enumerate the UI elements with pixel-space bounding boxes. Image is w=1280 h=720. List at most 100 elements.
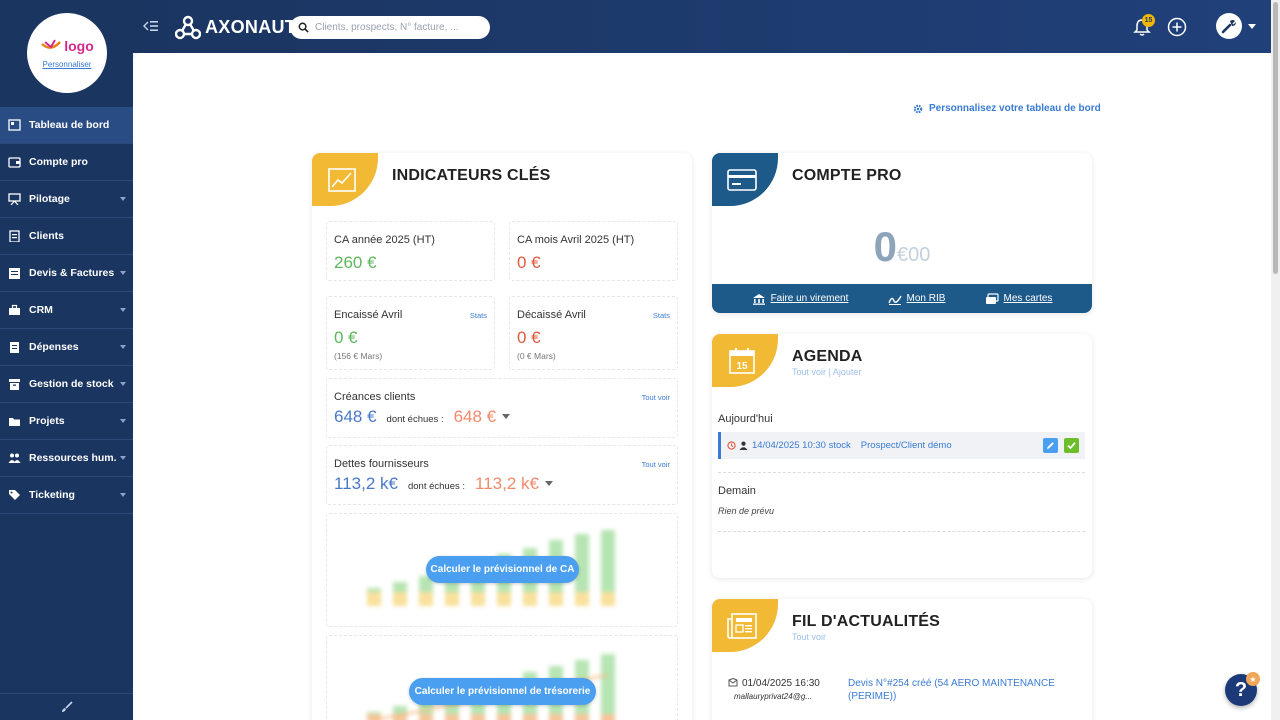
receivables-box: Créances clients 648 € dont échues : 648… bbox=[326, 378, 678, 438]
preview-bar-base bbox=[523, 592, 537, 606]
sidebar-item-projets[interactable]: Projets bbox=[0, 403, 133, 440]
agenda-actions: Tout voir | Ajouter bbox=[792, 367, 861, 377]
sidebar-item-compte-pro[interactable]: Compte pro bbox=[0, 144, 133, 181]
event-client-link[interactable]: Prospect/Client démo bbox=[861, 440, 952, 451]
card-badge bbox=[712, 599, 778, 652]
cards-link[interactable]: Mes cartes bbox=[985, 292, 1053, 305]
company-logo[interactable]: logo Personnaliser bbox=[27, 13, 107, 93]
preview-bar bbox=[601, 654, 615, 714]
sidebar-item-devis-factures[interactable]: Devis & Factures bbox=[0, 255, 133, 292]
feed-entry-date: 01/04/2025 16:30 bbox=[742, 678, 820, 689]
calendar-icon: 15 bbox=[729, 347, 755, 374]
today-heading: Aujourd'hui bbox=[718, 413, 773, 425]
global-search[interactable] bbox=[290, 16, 490, 39]
cashed-label: Encaissé Avril bbox=[334, 309, 403, 321]
users-icon bbox=[8, 453, 21, 463]
ca-forecast-preview: Calculer le prévisionnel de CA bbox=[326, 513, 678, 627]
news-feed-title: FIL D'ACTUALITÉS bbox=[792, 613, 941, 630]
preview-bar-base bbox=[471, 592, 485, 606]
wrench-icon bbox=[1221, 20, 1236, 34]
agenda-event-row[interactable]: 14/04/2025 10:30 stock Prospect/Client d… bbox=[718, 432, 1085, 459]
disbursed-value: 0 € bbox=[517, 328, 541, 347]
ca-forecast-button[interactable]: Calculer le prévisionnel de CA bbox=[426, 556, 579, 583]
user-menu-button[interactable] bbox=[1216, 13, 1242, 39]
sidebar-item-depenses[interactable]: Dépenses bbox=[0, 329, 133, 366]
disbursed-stats-link[interactable]: Stats bbox=[653, 311, 670, 320]
sidebar-item-gestion-de-stock[interactable]: Gestion de stock bbox=[0, 366, 133, 403]
chevron-down-icon bbox=[120, 345, 126, 349]
page-scrollbar[interactable] bbox=[1271, 0, 1280, 720]
sidebar-item-label: Pilotage bbox=[29, 193, 70, 205]
card-badge bbox=[712, 153, 778, 206]
sidebar-item-ressources-hum[interactable]: Ressources hum. bbox=[0, 440, 133, 477]
preview-bar bbox=[367, 588, 381, 592]
brand[interactable]: AXONAUT bbox=[175, 13, 296, 41]
preview-bar-base bbox=[601, 592, 615, 606]
user-menu-caret-icon[interactable] bbox=[1248, 24, 1256, 29]
brush-icon[interactable] bbox=[61, 701, 73, 713]
ca-year-value: 260 € bbox=[334, 253, 377, 272]
preview-bar bbox=[393, 706, 407, 714]
rib-link[interactable]: Mon RIB bbox=[887, 293, 945, 305]
sidebar-item-ticketing[interactable]: Ticketing bbox=[0, 477, 133, 514]
agenda-title: AGENDA bbox=[792, 348, 863, 365]
cash-forecast-button[interactable]: Calculer le prévisionnel de trésorerie bbox=[409, 678, 596, 705]
preview-bar-base bbox=[445, 714, 459, 720]
logo-swoosh-icon bbox=[41, 39, 62, 49]
sidebar-item-tableau-de-bord[interactable]: Tableau de bord bbox=[0, 107, 141, 144]
archive-icon bbox=[9, 379, 20, 390]
agenda-add-link[interactable]: Ajouter bbox=[833, 367, 862, 377]
complete-event-button[interactable] bbox=[1064, 438, 1079, 453]
news-feed-see-all-link[interactable]: Tout voir bbox=[792, 632, 826, 642]
preview-bar bbox=[393, 582, 407, 592]
business-account-title: COMPTE PRO bbox=[792, 167, 902, 184]
gear-icon bbox=[913, 104, 923, 113]
ca-month-value: 0 € bbox=[517, 253, 541, 272]
payables-see-all-link[interactable]: Tout voir bbox=[642, 460, 670, 469]
preview-bar bbox=[367, 712, 381, 714]
svg-text:15: 15 bbox=[736, 361, 748, 372]
sidebar-item-crm[interactable]: CRM bbox=[0, 292, 133, 329]
transfer-link[interactable]: Faire un virement bbox=[752, 293, 849, 305]
cash-forecast-preview: Calculer le prévisionnel de trésorerie bbox=[326, 635, 678, 720]
add-plus-icon[interactable] bbox=[1167, 17, 1187, 37]
key-indicators-title: INDICATEURS CLÉS bbox=[392, 167, 551, 184]
customize-dashboard-link[interactable]: Personnalisez votre tableau de bord bbox=[913, 103, 1101, 114]
receivables-due-value: 648 € bbox=[453, 407, 497, 426]
agenda-separator: | bbox=[828, 367, 831, 377]
disbursed-box: Décaissé Avril 0 € (0 € Mars) Stats bbox=[509, 296, 678, 370]
sidebar-item-clients[interactable]: Clients bbox=[0, 218, 133, 255]
cards-label: Mes cartes bbox=[1003, 293, 1053, 304]
receivables-see-all-link[interactable]: Tout voir bbox=[642, 393, 670, 402]
sidebar-item-label: Clients bbox=[29, 230, 65, 242]
customize-logo-link[interactable]: Personnaliser bbox=[43, 60, 92, 69]
preview-bar-base bbox=[445, 592, 459, 606]
balance-decimal: €00 bbox=[896, 244, 931, 266]
sidebar-item-label: Devis & Factures bbox=[29, 267, 115, 279]
payables-box: Dettes fournisseurs 113,2 k€ dont échues… bbox=[326, 445, 678, 505]
tag-icon bbox=[9, 490, 20, 500]
sidebar-item-label: Ticketing bbox=[29, 489, 75, 501]
briefcase-icon bbox=[9, 304, 20, 315]
clock-icon bbox=[727, 441, 736, 450]
collapse-menu-icon[interactable] bbox=[143, 18, 159, 34]
agenda-see-all-link[interactable]: Tout voir bbox=[792, 367, 826, 377]
edit-event-button[interactable] bbox=[1043, 438, 1058, 453]
folder-icon bbox=[9, 418, 20, 426]
nothing-planned: Rien de prévu bbox=[718, 506, 775, 516]
cashed-stats-link[interactable]: Stats bbox=[470, 311, 487, 320]
feed-entry-link[interactable]: Devis N°#254 créé (54 AERO MAINTENANCE (… bbox=[848, 677, 1058, 703]
agenda-divider bbox=[718, 531, 1085, 532]
receivables-caret-icon[interactable] bbox=[502, 414, 511, 419]
invoice-icon bbox=[9, 268, 20, 279]
chevron-down-icon bbox=[120, 419, 126, 423]
preview-bar-base bbox=[393, 592, 407, 606]
search-input[interactable] bbox=[315, 22, 485, 33]
sidebar-nav: Tableau de bord Compte pro Pilotage Clients… bbox=[0, 107, 141, 514]
disbursed-label: Décaissé Avril bbox=[517, 309, 586, 321]
payables-due-value: 113,2 k€ bbox=[475, 474, 539, 493]
transfer-label: Faire un virement bbox=[770, 293, 849, 304]
payables-caret-icon[interactable] bbox=[544, 481, 553, 486]
sidebar-item-pilotage[interactable]: Pilotage bbox=[0, 181, 133, 218]
scrollbar-thumb[interactable] bbox=[1273, 2, 1278, 274]
